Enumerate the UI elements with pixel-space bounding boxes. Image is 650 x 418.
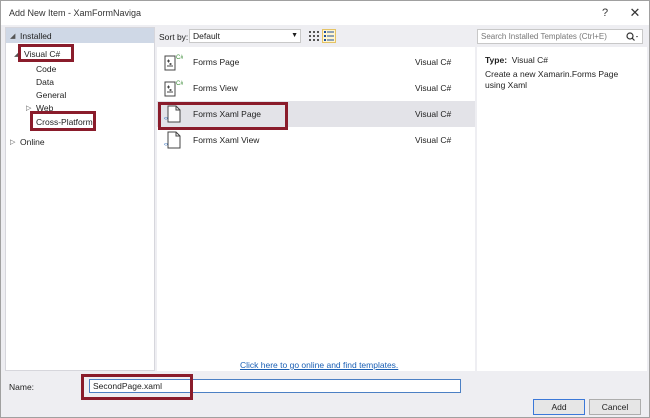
tree-item-general[interactable]: General [36, 90, 66, 100]
tree-item-code[interactable]: Code [36, 64, 56, 74]
type-value: Visual C# [511, 55, 549, 65]
highlight-box [81, 374, 193, 400]
template-language: Visual C# [415, 83, 452, 93]
svg-text:C#: C# [176, 55, 183, 61]
template-name: Forms View [193, 83, 238, 93]
template-name: Forms Page [193, 57, 240, 67]
help-button[interactable]: ? [597, 5, 613, 21]
collapsed-arrow-icon[interactable]: ▷ [10, 138, 15, 146]
template-language: Visual C# [415, 135, 452, 145]
list-view-button[interactable] [322, 29, 336, 43]
dialog-title: Add New Item - XamFormNaviga [9, 8, 142, 18]
tree-item-data[interactable]: Data [36, 77, 54, 87]
template-item[interactable]: ‹› Forms Xaml View Visual C# [157, 127, 475, 153]
xaml-page-icon: ‹› [164, 131, 181, 149]
template-name: Forms Xaml View [193, 135, 260, 145]
template-language: Visual C# [415, 109, 452, 119]
svg-text:‹›: ‹› [164, 142, 168, 148]
expanded-arrow-icon[interactable]: ◢ [10, 32, 15, 40]
template-item[interactable]: C# Forms Page Visual C# [157, 49, 475, 75]
small-icons-view-button[interactable] [307, 29, 321, 43]
forms-cs-icon: C# [164, 81, 183, 97]
sort-label: Sort by: [159, 32, 189, 42]
tree-item-installed-label: Installed [20, 31, 52, 41]
template-item[interactable]: C# Forms View Visual C# [157, 75, 475, 101]
search-icon[interactable] [625, 31, 639, 43]
search-input[interactable]: Search Installed Templates (Ctrl+E) [477, 29, 643, 44]
sort-value: Default [193, 31, 220, 41]
find-templates-online-link[interactable]: Click here to go online and find templat… [240, 360, 398, 370]
forms-cs-icon: C# [164, 55, 183, 71]
svg-text:C#: C# [176, 81, 183, 87]
tree-item-online[interactable]: Online [20, 137, 45, 147]
template-type: Type: Visual C# [485, 55, 548, 65]
sort-dropdown[interactable]: Default ▼ [189, 29, 301, 43]
chevron-down-icon: ▼ [291, 32, 298, 39]
name-label: Name: [9, 382, 35, 392]
template-details-pane: Type: Visual C# Create a new Xamarin.For… [477, 47, 647, 371]
cancel-button[interactable]: Cancel [589, 399, 641, 415]
title-bar: Add New Item - XamFormNaviga ? ✕ [1, 1, 649, 25]
highlight-box [18, 44, 74, 62]
template-item-selected[interactable]: ‹› Forms Xaml Page Visual C# [157, 101, 475, 130]
template-list: C# Forms Page Visual C# C# Forms View Vi… [157, 47, 475, 371]
add-new-item-dialog: Add New Item - XamFormNaviga ? ✕ ◢ Insta… [0, 0, 650, 418]
list-view-icon [324, 31, 334, 41]
template-description: Create a new Xamarin.Forms Page using Xa… [485, 69, 619, 90]
close-button[interactable]: ✕ [627, 5, 643, 21]
template-category-tree: ◢ Installed ◢ Visual C# Code Data Genera… [5, 27, 155, 371]
highlight-box [30, 111, 96, 131]
add-button[interactable]: Add [533, 399, 585, 415]
highlight-box [158, 102, 288, 130]
grid-view-icon [309, 31, 319, 41]
tree-item-installed[interactable]: ◢ Installed [6, 28, 154, 43]
type-label: Type: [485, 55, 508, 65]
search-placeholder: Search Installed Templates (Ctrl+E) [481, 32, 607, 41]
template-language: Visual C# [415, 57, 452, 67]
